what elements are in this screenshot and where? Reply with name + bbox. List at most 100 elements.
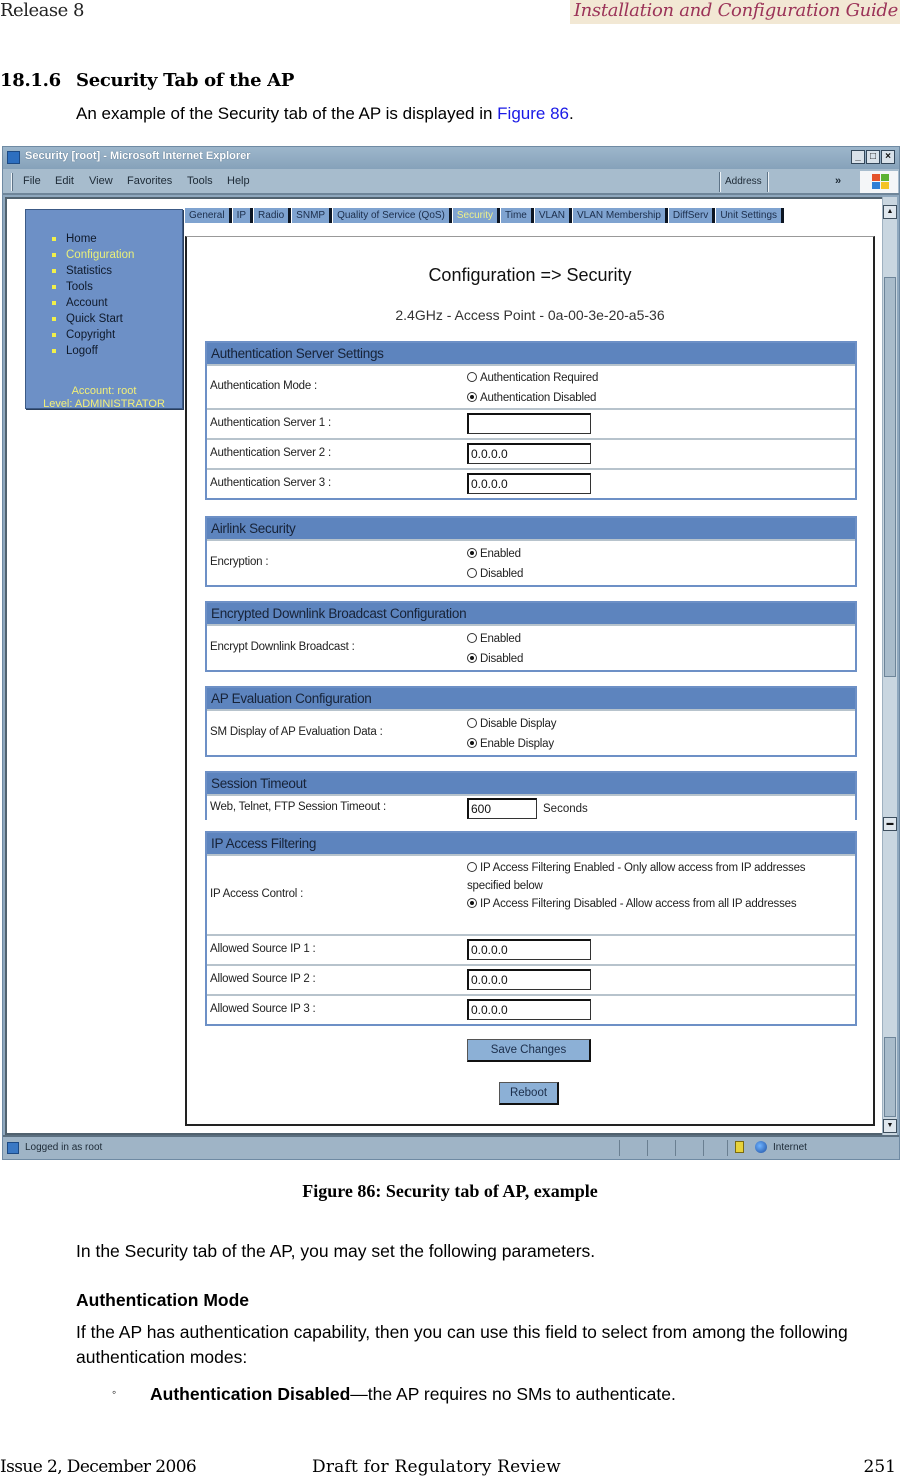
nav-item-account[interactable]: Account bbox=[50, 295, 134, 311]
auth-server-section: Authentication Server Settings Authentic… bbox=[205, 341, 857, 500]
internet-zone-icon bbox=[755, 1141, 767, 1153]
radio-button[interactable] bbox=[467, 718, 477, 728]
footer-issue: Issue 2, December 2006 bbox=[0, 1457, 197, 1477]
more-chevron-icon[interactable]: » bbox=[835, 175, 841, 187]
tab-security[interactable]: Security bbox=[452, 208, 501, 223]
page-viewport: Home Configuration Statistics Tools Acco… bbox=[5, 197, 882, 1135]
downlink-broadcast-row: Encrypt Downlink Broadcast : Enabled Dis… bbox=[207, 624, 855, 670]
section-header: Authentication Server Settings bbox=[207, 343, 855, 364]
status-divider bbox=[647, 1140, 648, 1156]
close-button[interactable]: × bbox=[881, 150, 895, 164]
section-title: Security Tab of the AP bbox=[76, 70, 295, 91]
auth-server-2-input[interactable] bbox=[467, 443, 591, 464]
ap-evaluation-label: SM Display of AP Evaluation Data : bbox=[210, 726, 383, 738]
radio-button-selected[interactable] bbox=[467, 392, 477, 402]
nav-item-tools[interactable]: Tools bbox=[50, 279, 134, 295]
tab-time[interactable]: Time bbox=[501, 208, 534, 223]
tab-unit-settings[interactable]: Unit Settings bbox=[716, 208, 785, 223]
radio-button-selected[interactable] bbox=[467, 653, 477, 663]
allowed-ip-1-row: Allowed Source IP 1 : bbox=[207, 934, 855, 964]
scroll-marker-icon: ▬ bbox=[883, 817, 897, 831]
allowed-ip-2-input[interactable] bbox=[467, 969, 591, 990]
auth-server-3-label: Authentication Server 3 : bbox=[210, 477, 331, 489]
auth-required-option[interactable]: Authentication Required bbox=[467, 368, 598, 388]
ip-filtering-disabled-option[interactable]: IP Access Filtering Disabled - Allow acc… bbox=[467, 895, 827, 913]
nav-item-statistics[interactable]: Statistics bbox=[50, 263, 134, 279]
tab-vlan[interactable]: VLAN bbox=[534, 208, 572, 223]
scroll-up-icon[interactable]: ▲ bbox=[883, 205, 897, 219]
menu-favorites[interactable]: Favorites bbox=[127, 175, 172, 187]
device-subtitle: 2.4GHz - Access Point - 0a-00-3e-20-a5-3… bbox=[395, 307, 665, 323]
scroll-thumb[interactable] bbox=[884, 1037, 896, 1117]
level-line: Level: ADMINISTRATOR bbox=[43, 398, 165, 410]
status-divider bbox=[619, 1140, 620, 1156]
account-line: Account: root bbox=[71, 385, 137, 397]
tab-ip[interactable]: IP bbox=[232, 208, 254, 223]
window-title: Security [root] - Microsoft Internet Exp… bbox=[25, 150, 251, 162]
allowed-ip-3-input[interactable] bbox=[467, 999, 591, 1020]
menu-tools[interactable]: Tools bbox=[187, 175, 213, 187]
nav-item-home[interactable]: Home bbox=[50, 231, 134, 247]
disable-display-option[interactable]: Disable Display bbox=[467, 714, 556, 734]
allowed-ip-2-row: Allowed Source IP 2 : bbox=[207, 964, 855, 994]
radio-button-selected[interactable] bbox=[467, 898, 477, 908]
tab-diffserv[interactable]: DiffServ bbox=[668, 208, 716, 223]
auth-server-1-row: Authentication Server 1 : bbox=[207, 408, 855, 438]
figure-link[interactable]: Figure 86 bbox=[497, 104, 569, 123]
session-timeout-input[interactable] bbox=[467, 798, 537, 819]
status-bar: Logged in as root Internet bbox=[3, 1135, 899, 1159]
radio-button[interactable] bbox=[467, 568, 477, 578]
address-label[interactable]: Address bbox=[725, 176, 762, 187]
tab-snmp[interactable]: SNMP bbox=[292, 208, 333, 223]
session-timeout-row: Web, Telnet, FTP Session Timeout : Secon… bbox=[207, 794, 855, 820]
scroll-down-icon[interactable]: ▼ bbox=[883, 1119, 897, 1133]
nav-item-configuration[interactable]: Configuration bbox=[50, 247, 134, 263]
save-changes-button[interactable]: Save Changes bbox=[467, 1039, 591, 1062]
scroll-thumb[interactable] bbox=[884, 277, 896, 677]
nav-item-quick-start[interactable]: Quick Start bbox=[50, 311, 134, 327]
minimize-button[interactable]: _ bbox=[851, 150, 865, 164]
tab-vlan-membership[interactable]: VLAN Membership bbox=[573, 208, 668, 223]
auth-server-3-input[interactable] bbox=[467, 473, 591, 494]
radio-button[interactable] bbox=[467, 372, 477, 382]
status-text: Logged in as root bbox=[25, 1142, 103, 1153]
nav-item-logoff[interactable]: Logoff bbox=[50, 343, 134, 359]
allowed-ip-1-input[interactable] bbox=[467, 939, 591, 960]
menu-edit[interactable]: Edit bbox=[55, 175, 74, 187]
reboot-button[interactable]: Reboot bbox=[499, 1082, 559, 1105]
tab-radio[interactable]: Radio bbox=[254, 208, 292, 223]
tab-general[interactable]: General bbox=[185, 208, 232, 223]
allowed-ip-3-label: Allowed Source IP 3 : bbox=[210, 1003, 316, 1015]
encryption-row: Encryption : Enabled Disabled bbox=[207, 539, 855, 585]
encryption-disabled-option[interactable]: Disabled bbox=[467, 564, 523, 584]
menu-view[interactable]: View bbox=[89, 175, 113, 187]
downlink-enabled-option[interactable]: Enabled bbox=[467, 629, 523, 649]
menu-file[interactable]: File bbox=[23, 175, 41, 187]
radio-button[interactable] bbox=[467, 862, 477, 872]
menu-help[interactable]: Help bbox=[227, 175, 250, 187]
session-timeout-section: Session Timeout Web, Telnet, FTP Session… bbox=[205, 771, 857, 820]
intro-paragraph: An example of the Security tab of the AP… bbox=[76, 104, 574, 123]
downlink-broadcast-label: Encrypt Downlink Broadcast : bbox=[210, 641, 355, 653]
bullet-marker-icon: ◦ bbox=[112, 1385, 117, 1399]
body-paragraph: In the Security tab of the AP, you may s… bbox=[76, 1241, 596, 1261]
nav-item-copyright[interactable]: Copyright bbox=[50, 327, 134, 343]
radio-button[interactable] bbox=[467, 633, 477, 643]
config-panel: Configuration => Security 2.4GHz - Acces… bbox=[185, 236, 875, 1126]
subheading: Authentication Mode bbox=[76, 1290, 250, 1310]
status-divider bbox=[703, 1140, 704, 1156]
windows-logo-icon bbox=[860, 171, 898, 193]
radio-button-selected[interactable] bbox=[467, 738, 477, 748]
browser-window: Security [root] - Microsoft Internet Exp… bbox=[2, 146, 900, 1160]
lock-icon bbox=[735, 1141, 744, 1153]
encryption-enabled-option[interactable]: Enabled bbox=[467, 544, 523, 564]
auth-server-1-input[interactable] bbox=[467, 413, 591, 434]
vertical-scrollbar[interactable]: ▲ ▬ ▼ bbox=[882, 197, 897, 1135]
enable-display-option[interactable]: Enable Display bbox=[467, 734, 556, 754]
tab-qos[interactable]: Quality of Service (QoS) bbox=[333, 208, 452, 223]
downlink-disabled-option[interactable]: Disabled bbox=[467, 649, 523, 669]
radio-button-selected[interactable] bbox=[467, 548, 477, 558]
ip-filtering-enabled-option[interactable]: IP Access Filtering Enabled - Only allow… bbox=[467, 859, 827, 895]
auth-disabled-option[interactable]: Authentication Disabled bbox=[467, 388, 598, 408]
maximize-button[interactable]: □ bbox=[866, 150, 880, 164]
